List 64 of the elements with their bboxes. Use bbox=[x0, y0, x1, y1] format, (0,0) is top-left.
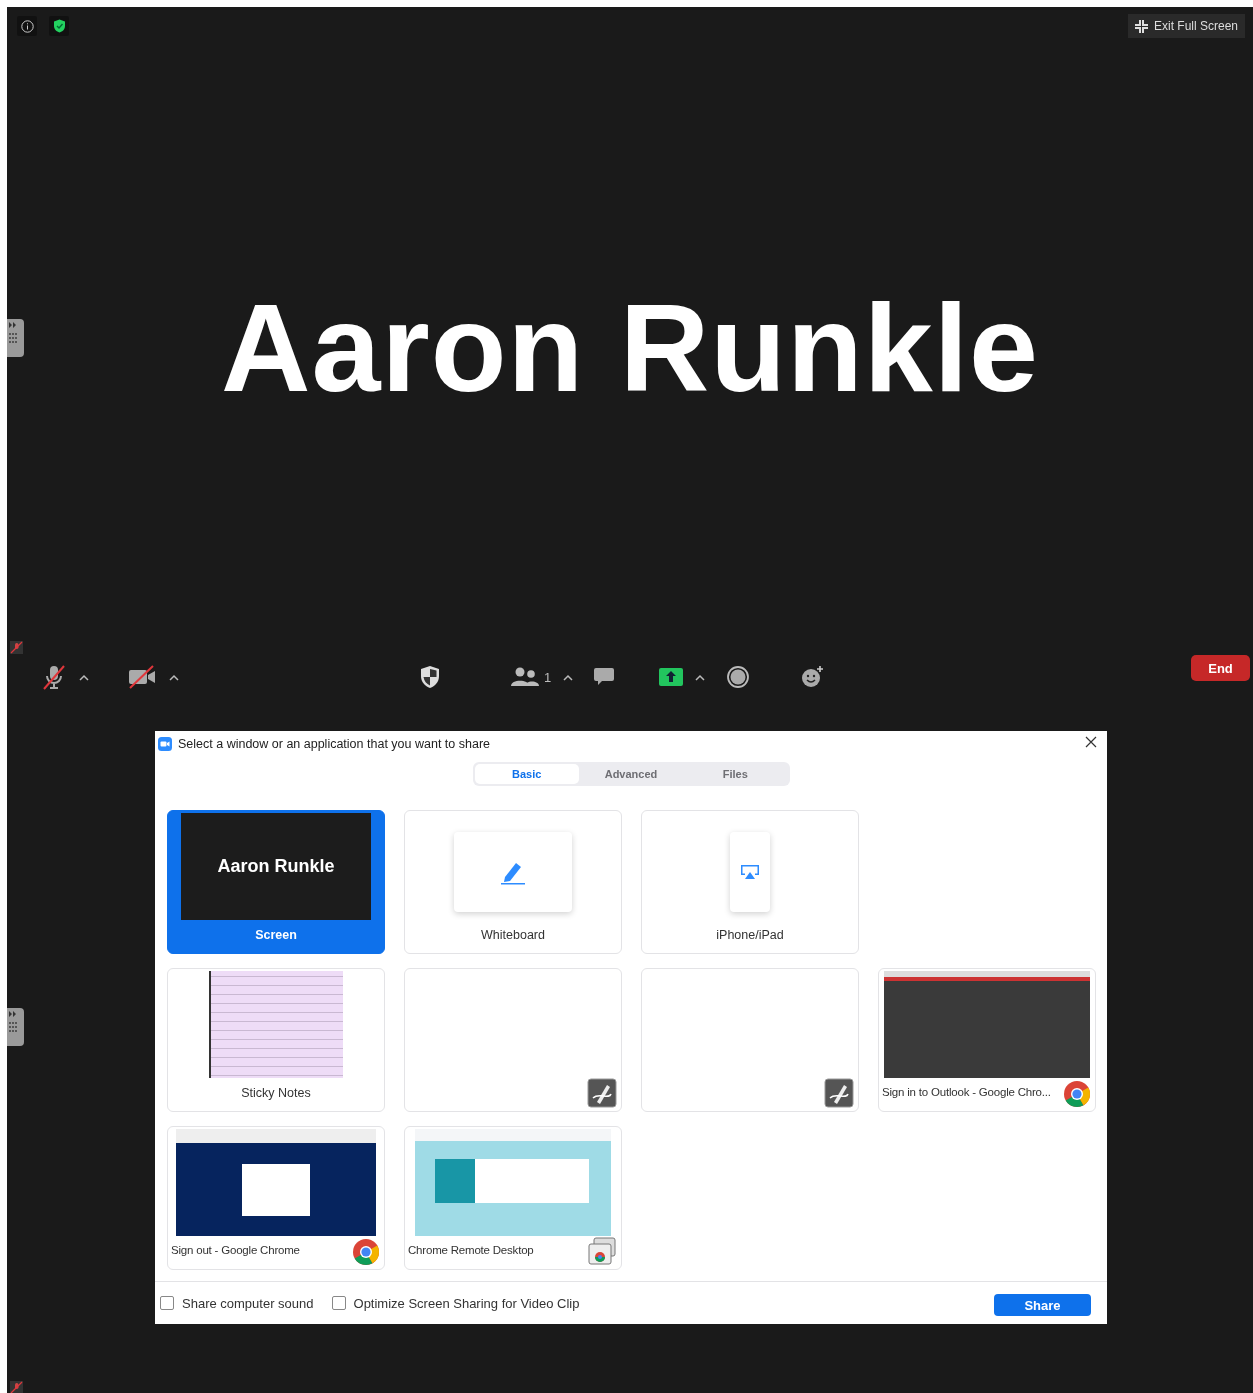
share-option-tile[interactable] bbox=[404, 968, 622, 1112]
reactions-button[interactable] bbox=[801, 665, 826, 689]
airplay-icon bbox=[740, 864, 760, 880]
close-icon[interactable] bbox=[1085, 736, 1097, 748]
microphone-icon bbox=[41, 663, 67, 691]
share-tab[interactable]: Advanced bbox=[578, 764, 684, 784]
pen-app-icon bbox=[824, 1078, 854, 1108]
checkbox-label: Share computer sound bbox=[182, 1295, 314, 1311]
share-option-tile[interactable]: Chrome Remote Desktop bbox=[404, 1126, 622, 1270]
participants-button[interactable]: 1 bbox=[511, 667, 552, 687]
side-panel-handle[interactable] bbox=[7, 319, 24, 357]
tile-label: Sign in to Outlook - Google Chro... bbox=[881, 1086, 1052, 1098]
chat-button[interactable] bbox=[593, 667, 616, 687]
start-video-button[interactable] bbox=[127, 665, 157, 689]
muted-microphone-icon bbox=[10, 641, 23, 654]
muted-microphone-icon bbox=[10, 1381, 23, 1393]
info-icon[interactable] bbox=[20, 19, 34, 33]
share-option-tile[interactable]: Sticky Notes bbox=[167, 968, 385, 1112]
share-button[interactable]: Share bbox=[994, 1294, 1091, 1316]
caret-up-icon[interactable] bbox=[169, 673, 179, 681]
unmute-button[interactable] bbox=[41, 663, 67, 691]
share-option-tile[interactable]: Sign out - Google Chrome bbox=[167, 1126, 385, 1270]
share-tab[interactable]: Basic bbox=[474, 764, 579, 784]
share-screen-button[interactable] bbox=[659, 668, 684, 686]
exit-full-screen-button[interactable]: Exit Full Screen bbox=[1127, 14, 1245, 38]
caret-up-icon[interactable] bbox=[695, 673, 706, 681]
shield-icon bbox=[419, 665, 441, 689]
share-option-tile[interactable] bbox=[641, 968, 859, 1112]
end-button[interactable]: End bbox=[1191, 655, 1250, 681]
speech-bubble-icon bbox=[593, 667, 616, 687]
caret-up-icon[interactable] bbox=[563, 673, 574, 681]
people-icon bbox=[511, 667, 539, 687]
participant-name: Aaron Runkle bbox=[220, 278, 1040, 419]
video-camera-icon bbox=[127, 665, 157, 689]
record-button[interactable] bbox=[727, 666, 750, 688]
checkbox[interactable] bbox=[331, 1296, 346, 1310]
share-option-tile[interactable]: Sign in to Outlook - Google Chro... bbox=[878, 968, 1096, 1112]
share-tab[interactable]: Files bbox=[683, 764, 788, 784]
tile-label: Chrome Remote Desktop bbox=[407, 1244, 535, 1256]
share-option-tile[interactable]: Whiteboard bbox=[404, 810, 622, 954]
tile-label: Whiteboard bbox=[481, 928, 545, 942]
screen-preview: Aaron Runkle bbox=[181, 813, 371, 920]
chrome-logo-icon bbox=[352, 1238, 380, 1266]
share-option-tile[interactable]: iPhone/iPad bbox=[641, 810, 859, 954]
dialog-title: Select a window or an application that you want to share bbox=[178, 736, 490, 751]
tile-label: Sticky Notes bbox=[241, 1086, 311, 1100]
tile-label: iPhone/iPad bbox=[716, 928, 784, 942]
collapse-icon bbox=[1134, 19, 1148, 33]
caret-up-icon[interactable] bbox=[79, 673, 89, 681]
video-camera-icon bbox=[158, 736, 172, 751]
checkbox[interactable] bbox=[160, 1296, 174, 1310]
tile-label: Screen bbox=[255, 928, 297, 942]
record-icon bbox=[727, 666, 750, 688]
pen-app-icon bbox=[587, 1078, 617, 1108]
chrome-logo-icon bbox=[1063, 1080, 1091, 1108]
share-option-tile[interactable]: Aaron Runkle Screen bbox=[167, 810, 385, 954]
participant-count: 1 bbox=[544, 669, 552, 685]
side-panel-handle[interactable] bbox=[7, 1008, 24, 1046]
shield-check-icon[interactable] bbox=[52, 19, 66, 33]
smiley-plus-icon bbox=[801, 665, 826, 689]
tile-label: Sign out - Google Chrome bbox=[170, 1244, 301, 1256]
checkbox-label: Optimize Screen Sharing for Video Clip bbox=[353, 1295, 580, 1311]
security-button[interactable] bbox=[419, 665, 441, 689]
remote-desktop-icon bbox=[587, 1236, 617, 1266]
